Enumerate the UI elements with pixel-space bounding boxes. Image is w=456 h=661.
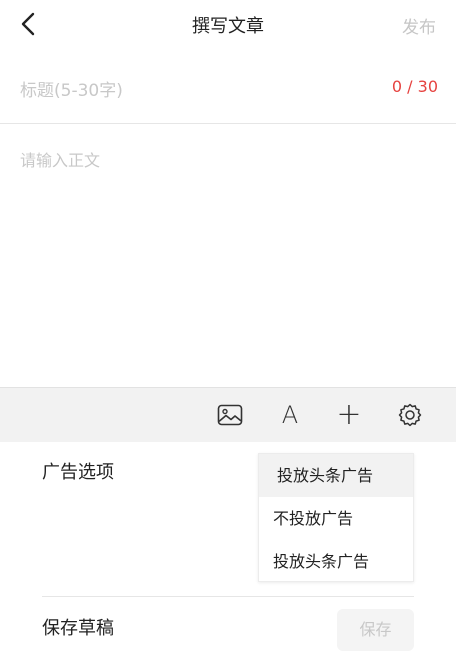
save-button[interactable]: 保存	[337, 609, 414, 651]
header-bar: 撰写文章 发布	[0, 0, 456, 48]
back-button[interactable]	[14, 10, 42, 38]
ad-option-none[interactable]: 不投放广告	[259, 497, 413, 540]
save-draft-label: 保存草稿	[42, 618, 114, 639]
ad-options-dropdown[interactable]: 投放头条广告 不投放广告 投放头条广告	[258, 453, 414, 582]
plus-icon: +	[336, 397, 362, 432]
chevron-left-icon	[21, 12, 35, 36]
settings-icon	[398, 403, 422, 427]
body-input[interactable]: 请输入正文	[20, 147, 100, 171]
title-row: 标题(5-30字) 0 / 30	[0, 52, 456, 124]
title-input[interactable]: 标题(5-30字)	[20, 76, 123, 101]
ad-options-label: 广告选项	[42, 462, 114, 483]
image-icon	[217, 404, 243, 426]
font-button[interactable]: A	[275, 400, 305, 430]
page-title: 撰写文章	[192, 16, 264, 37]
divider	[42, 596, 414, 597]
add-button[interactable]: +	[334, 400, 364, 430]
insert-image-button[interactable]	[215, 400, 245, 430]
title-char-counter: 0 / 30	[391, 77, 438, 96]
editor-toolbar: A +	[0, 387, 456, 442]
body-area[interactable]: 请输入正文	[0, 125, 456, 387]
settings-button[interactable]	[395, 400, 425, 430]
publish-button[interactable]: 发布	[402, 13, 436, 38]
ad-options-selected[interactable]: 投放头条广告	[259, 454, 413, 497]
ad-option-headline[interactable]: 投放头条广告	[259, 540, 413, 583]
font-icon: A	[281, 401, 299, 429]
